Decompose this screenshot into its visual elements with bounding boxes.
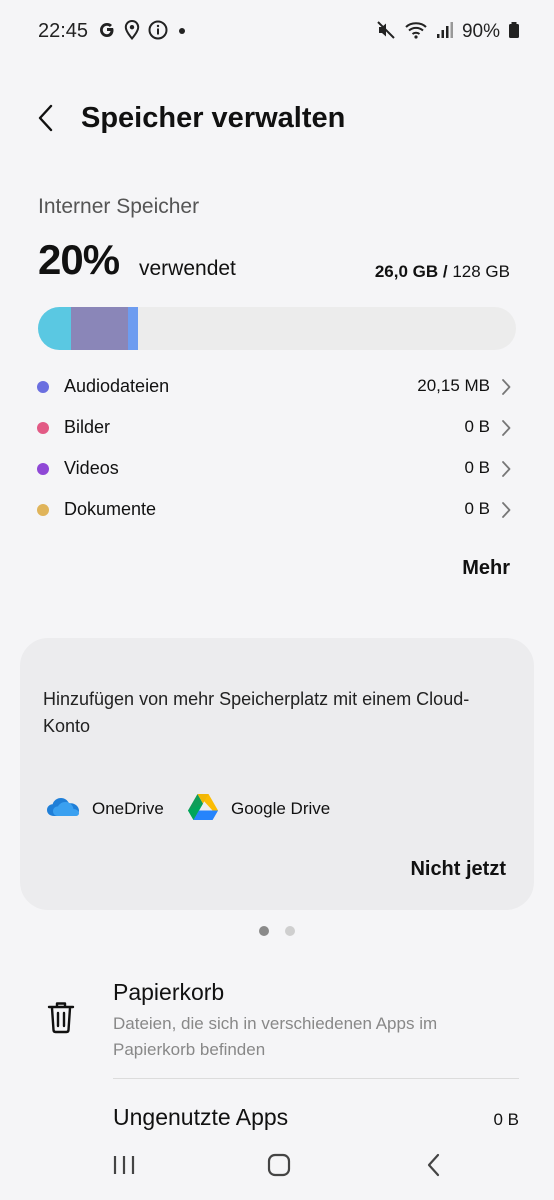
nav-back-button[interactable] xyxy=(414,1152,454,1182)
category-list: Audiodateien 20,15 MB Bilder 0 B Videos 0 B Do… xyxy=(0,366,554,530)
onedrive-option[interactable]: OneDrive xyxy=(46,794,164,824)
trash-icon xyxy=(46,1000,78,1036)
trash-title[interactable]: Papierkorb xyxy=(113,979,224,1006)
chevron-right-icon xyxy=(500,418,512,438)
category-row[interactable]: Audiodateien 20,15 MB xyxy=(0,366,554,407)
chevron-right-icon xyxy=(500,377,512,397)
recent-apps-button[interactable] xyxy=(104,1152,144,1182)
category-row[interactable]: Bilder 0 B xyxy=(0,407,554,448)
battery-icon xyxy=(508,20,520,45)
category-label: Audiodateien xyxy=(64,376,170,396)
usage-segment-blue xyxy=(128,307,138,350)
chevron-right-icon xyxy=(500,500,512,520)
chevron-right-icon xyxy=(500,459,512,479)
home-icon xyxy=(266,1152,292,1183)
section-label: Interner Speicher xyxy=(38,195,200,218)
category-label: Videos xyxy=(64,458,119,478)
page-indicator xyxy=(0,926,554,938)
pager-dot xyxy=(259,926,269,936)
google-drive-option[interactable]: Google Drive xyxy=(187,793,331,826)
google-icon xyxy=(98,20,116,45)
usage-segment-purple xyxy=(71,307,128,350)
pager-dot xyxy=(285,926,295,936)
app-header: Speicher verwalten xyxy=(0,90,554,150)
not-now-button[interactable]: Nicht jetzt xyxy=(410,858,506,881)
trash-description: Dateien, die sich in verschiedenen Apps … xyxy=(113,1014,438,1059)
category-value: 0 B xyxy=(464,458,490,477)
status-time: 22:45 xyxy=(38,20,89,42)
recent-apps-icon xyxy=(111,1153,137,1182)
category-row[interactable]: Dokumente 0 B xyxy=(0,489,554,530)
usage-used: 26,0 GB / xyxy=(374,262,448,281)
category-color-dot xyxy=(37,504,49,516)
chevron-left-icon xyxy=(36,103,56,138)
info-icon xyxy=(148,20,168,45)
usage-segment-cyan xyxy=(38,307,71,350)
cloud-card-text: Hinzufügen von mehr Speicherplatz mit ei… xyxy=(43,689,470,736)
more-button[interactable]: Mehr xyxy=(462,557,510,580)
location-pin-icon xyxy=(124,19,140,45)
category-label: Dokumente xyxy=(64,499,157,519)
page-title: Speicher verwalten xyxy=(81,102,346,134)
google-drive-icon xyxy=(187,793,219,826)
dot-icon xyxy=(176,20,188,45)
category-value: 20,15 MB xyxy=(417,376,490,395)
onedrive-icon xyxy=(46,796,80,823)
category-label: Bilder xyxy=(64,417,111,437)
category-value: 0 B xyxy=(464,417,490,436)
wifi-icon xyxy=(404,20,428,45)
usage-percent-suffix: verwendet xyxy=(139,257,236,280)
status-bar: 22:45 90% xyxy=(0,0,554,64)
google-drive-label: Google Drive xyxy=(231,799,331,818)
unused-apps-title[interactable]: Ungenutzte Apps xyxy=(113,1104,288,1131)
usage-percent: 20% xyxy=(38,236,120,283)
back-button[interactable] xyxy=(28,100,64,140)
signal-icon xyxy=(436,20,454,45)
category-row[interactable]: Videos 0 B xyxy=(0,448,554,489)
unused-apps-value: 0 B xyxy=(493,1110,519,1129)
usage-total: 26,0 GB / 128 GB xyxy=(375,262,510,282)
battery-percent: 90% xyxy=(461,21,500,42)
navigation-bar xyxy=(0,1130,554,1200)
divider xyxy=(113,1078,519,1079)
usage-capacity: 128 GB xyxy=(452,262,510,281)
back-icon xyxy=(424,1152,444,1183)
onedrive-label: OneDrive xyxy=(92,799,164,818)
category-color-dot xyxy=(37,463,49,475)
status-left-icons xyxy=(98,19,188,45)
category-value: 0 B xyxy=(464,499,490,518)
storage-usage-bar xyxy=(38,307,516,350)
category-color-dot xyxy=(37,422,49,434)
cloud-storage-card: Hinzufügen von mehr Speicherplatz mit ei… xyxy=(20,638,534,910)
category-color-dot xyxy=(37,381,49,393)
status-right-icons: 90% xyxy=(376,20,520,44)
mute-icon xyxy=(376,20,396,45)
home-button[interactable] xyxy=(259,1152,299,1182)
